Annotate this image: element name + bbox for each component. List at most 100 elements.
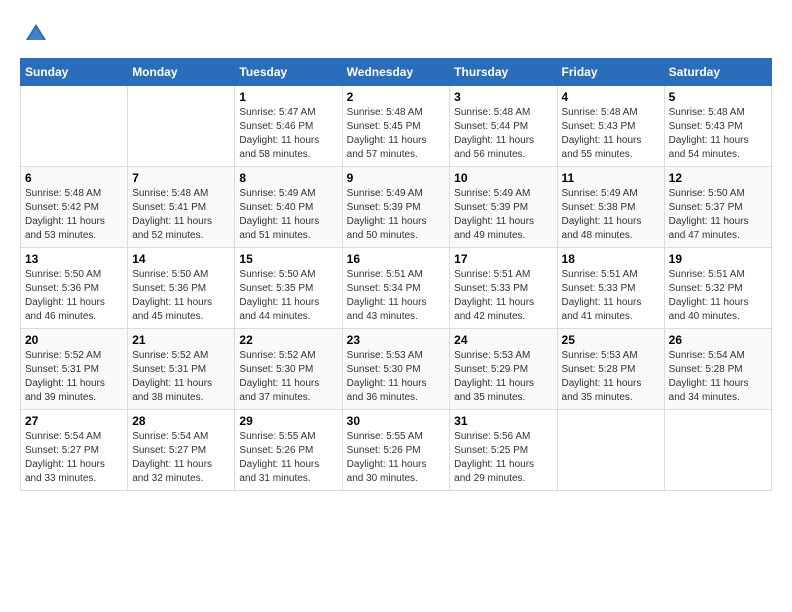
column-header-saturday: Saturday [664, 59, 771, 86]
calendar-cell: 25 Sunrise: 5:53 AMSunset: 5:28 PMDayligh… [557, 329, 664, 410]
calendar-cell: 21 Sunrise: 5:52 AMSunset: 5:31 PMDayligh… [128, 329, 235, 410]
calendar-cell: 12 Sunrise: 5:50 AMSunset: 5:37 PMDayligh… [664, 167, 771, 248]
day-number: 27 [25, 414, 123, 428]
day-info: Sunrise: 5:50 AMSunset: 5:35 PMDaylight:… [239, 268, 337, 324]
day-number: 16 [347, 252, 446, 266]
day-number: 9 [347, 171, 446, 185]
calendar-cell [128, 86, 235, 167]
column-header-wednesday: Wednesday [342, 59, 450, 86]
day-info: Sunrise: 5:50 AMSunset: 5:37 PMDaylight:… [669, 187, 767, 243]
day-number: 12 [669, 171, 767, 185]
calendar-cell: 4 Sunrise: 5:48 AMSunset: 5:43 PMDaylight… [557, 86, 664, 167]
day-number: 15 [239, 252, 337, 266]
calendar-cell: 23 Sunrise: 5:53 AMSunset: 5:30 PMDayligh… [342, 329, 450, 410]
logo-icon [22, 20, 50, 48]
calendar-cell: 28Sunrise: 5:54 AMSunset: 5:27 PMDayligh… [128, 410, 235, 491]
calendar-week-row: 27 Sunrise: 5:54 AMSunset: 5:27 PMDayligh… [21, 410, 772, 491]
day-info: Sunrise: 5:49 AMSunset: 5:39 PMDaylight:… [454, 187, 552, 243]
day-info: Sunrise: 5:56 AMSunset: 5:25 PMDaylight:… [454, 430, 552, 486]
day-info: Sunrise: 5:48 AMSunset: 5:41 PMDaylight:… [132, 187, 230, 243]
day-number: 1 [239, 90, 337, 104]
day-number: 21 [132, 333, 230, 347]
day-info: Sunrise: 5:49 AMSunset: 5:39 PMDaylight:… [347, 187, 446, 243]
day-number: 25 [562, 333, 660, 347]
calendar-cell: 13Sunrise: 5:50 AMSunset: 5:36 PMDayligh… [21, 248, 128, 329]
day-info: Sunrise: 5:53 AMSunset: 5:28 PMDaylight:… [562, 349, 660, 405]
day-info: Sunrise: 5:51 AMSunset: 5:33 PMDaylight:… [454, 268, 552, 324]
calendar-cell: 22 Sunrise: 5:52 AMSunset: 5:30 PMDayligh… [235, 329, 342, 410]
calendar-cell: 1 Sunrise: 5:47 AMSunset: 5:46 PMDaylight… [235, 86, 342, 167]
day-info: Sunrise: 5:51 AMSunset: 5:32 PMDaylight:… [669, 268, 767, 324]
page-header [20, 20, 772, 48]
day-info: Sunrise: 5:48 AMSunset: 5:42 PMDaylight:… [25, 187, 123, 243]
calendar-cell: 9 Sunrise: 5:49 AMSunset: 5:39 PMDaylight… [342, 167, 450, 248]
calendar-cell: 15 Sunrise: 5:50 AMSunset: 5:35 PMDayligh… [235, 248, 342, 329]
day-info: Sunrise: 5:55 AMSunset: 5:26 PMDaylight:… [347, 430, 446, 486]
day-number: 3 [454, 90, 552, 104]
calendar-week-row: 6 Sunrise: 5:48 AMSunset: 5:42 PMDaylight… [21, 167, 772, 248]
column-header-monday: Monday [128, 59, 235, 86]
calendar-cell: 7 Sunrise: 5:48 AMSunset: 5:41 PMDaylight… [128, 167, 235, 248]
day-number: 19 [669, 252, 767, 266]
day-info: Sunrise: 5:54 AMSunset: 5:28 PMDaylight:… [669, 349, 767, 405]
day-info: Sunrise: 5:48 AMSunset: 5:44 PMDaylight:… [454, 106, 552, 162]
calendar-cell: 2 Sunrise: 5:48 AMSunset: 5:45 PMDaylight… [342, 86, 450, 167]
day-number: 24 [454, 333, 552, 347]
day-info: Sunrise: 5:52 AMSunset: 5:30 PMDaylight:… [239, 349, 337, 405]
day-number: 30 [347, 414, 446, 428]
day-number: 14 [132, 252, 230, 266]
calendar-cell: 3 Sunrise: 5:48 AMSunset: 5:44 PMDaylight… [450, 86, 557, 167]
day-info: Sunrise: 5:55 AMSunset: 5:26 PMDaylight:… [239, 430, 337, 486]
calendar-cell [21, 86, 128, 167]
day-info: Sunrise: 5:48 AMSunset: 5:43 PMDaylight:… [562, 106, 660, 162]
logo [20, 20, 50, 48]
day-info: Sunrise: 5:47 AMSunset: 5:46 PMDaylight:… [239, 106, 337, 162]
calendar-header-row: SundayMondayTuesdayWednesdayThursdayFrid… [21, 59, 772, 86]
calendar-cell: 8Sunrise: 5:49 AMSunset: 5:40 PMDaylight… [235, 167, 342, 248]
calendar-cell: 30 Sunrise: 5:55 AMSunset: 5:26 PMDayligh… [342, 410, 450, 491]
calendar-week-row: 20 Sunrise: 5:52 AMSunset: 5:31 PMDayligh… [21, 329, 772, 410]
day-info: Sunrise: 5:53 AMSunset: 5:29 PMDaylight:… [454, 349, 552, 405]
calendar-cell: 5Sunrise: 5:48 AMSunset: 5:43 PMDaylight… [664, 86, 771, 167]
calendar-cell: 17 Sunrise: 5:51 AMSunset: 5:33 PMDayligh… [450, 248, 557, 329]
day-info: Sunrise: 5:51 AMSunset: 5:33 PMDaylight:… [562, 268, 660, 324]
calendar-cell [664, 410, 771, 491]
day-info: Sunrise: 5:49 AMSunset: 5:38 PMDaylight:… [562, 187, 660, 243]
calendar-cell: 20 Sunrise: 5:52 AMSunset: 5:31 PMDayligh… [21, 329, 128, 410]
day-number: 13 [25, 252, 123, 266]
column-header-thursday: Thursday [450, 59, 557, 86]
day-info: Sunrise: 5:51 AMSunset: 5:34 PMDaylight:… [347, 268, 446, 324]
day-number: 20 [25, 333, 123, 347]
day-number: 23 [347, 333, 446, 347]
day-number: 10 [454, 171, 552, 185]
day-info: Sunrise: 5:48 AMSunset: 5:43 PMDaylight:… [669, 106, 767, 162]
day-number: 2 [347, 90, 446, 104]
day-info: Sunrise: 5:48 AMSunset: 5:45 PMDaylight:… [347, 106, 446, 162]
day-number: 7 [132, 171, 230, 185]
day-info: Sunrise: 5:50 AMSunset: 5:36 PMDaylight:… [132, 268, 230, 324]
day-number: 6 [25, 171, 123, 185]
calendar-cell: 18 Sunrise: 5:51 AMSunset: 5:33 PMDayligh… [557, 248, 664, 329]
day-info: Sunrise: 5:52 AMSunset: 5:31 PMDaylight:… [132, 349, 230, 405]
calendar-cell: 11Sunrise: 5:49 AMSunset: 5:38 PMDayligh… [557, 167, 664, 248]
calendar-cell: 16 Sunrise: 5:51 AMSunset: 5:34 PMDayligh… [342, 248, 450, 329]
calendar-cell: 10 Sunrise: 5:49 AMSunset: 5:39 PMDayligh… [450, 167, 557, 248]
calendar-cell: 19 Sunrise: 5:51 AMSunset: 5:32 PMDayligh… [664, 248, 771, 329]
calendar-cell: 29Sunrise: 5:55 AMSunset: 5:26 PMDayligh… [235, 410, 342, 491]
day-number: 18 [562, 252, 660, 266]
day-number: 4 [562, 90, 660, 104]
calendar-week-row: 1 Sunrise: 5:47 AMSunset: 5:46 PMDaylight… [21, 86, 772, 167]
calendar-cell: 14 Sunrise: 5:50 AMSunset: 5:36 PMDayligh… [128, 248, 235, 329]
column-header-sunday: Sunday [21, 59, 128, 86]
day-number: 17 [454, 252, 552, 266]
calendar-cell: 24 Sunrise: 5:53 AMSunset: 5:29 PMDayligh… [450, 329, 557, 410]
calendar-cell [557, 410, 664, 491]
day-info: Sunrise: 5:54 AMSunset: 5:27 PMDaylight:… [25, 430, 123, 486]
day-number: 31 [454, 414, 552, 428]
day-info: Sunrise: 5:53 AMSunset: 5:30 PMDaylight:… [347, 349, 446, 405]
column-header-tuesday: Tuesday [235, 59, 342, 86]
day-number: 28 [132, 414, 230, 428]
day-info: Sunrise: 5:52 AMSunset: 5:31 PMDaylight:… [25, 349, 123, 405]
calendar-cell: 26Sunrise: 5:54 AMSunset: 5:28 PMDayligh… [664, 329, 771, 410]
day-number: 22 [239, 333, 337, 347]
